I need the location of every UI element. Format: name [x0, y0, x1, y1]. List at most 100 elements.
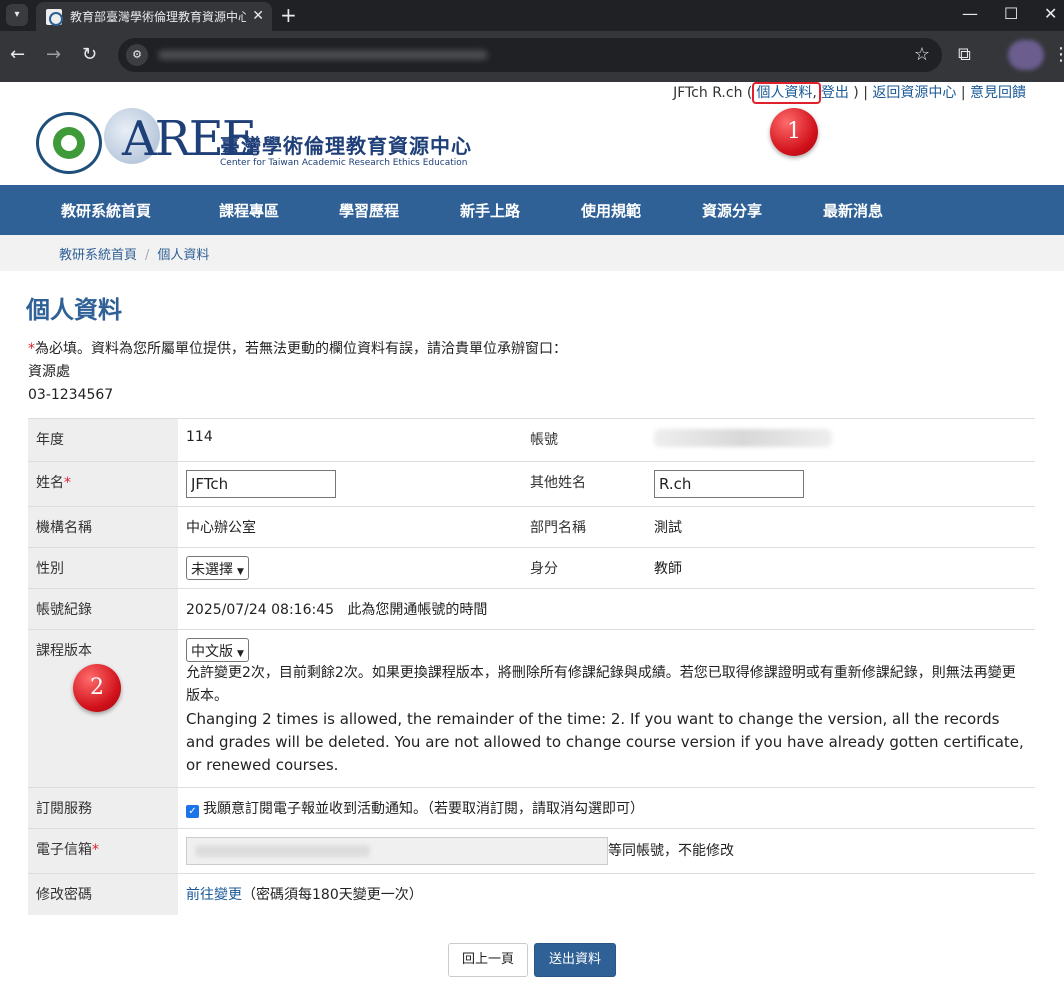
- back-arrow-icon[interactable]: ←: [10, 44, 25, 66]
- new-tab-button[interactable]: +: [280, 3, 297, 27]
- tab-title: 教育部臺灣學術倫理教育資源中心: [70, 10, 246, 24]
- logout-link[interactable]: 登出: [821, 85, 849, 101]
- feedback-link[interactable]: 意見回饋: [970, 85, 1026, 101]
- nav-item-home[interactable]: 教研系統首頁: [61, 200, 151, 221]
- breadcrumb-home[interactable]: 教研系統首頁: [59, 248, 137, 263]
- userbar-sep-2: |: [956, 85, 970, 101]
- subscribe-label: 訂閱服務: [28, 787, 178, 829]
- bookmark-star-icon[interactable]: ☆: [914, 44, 930, 66]
- account-log-note: 此為您開通帳號的時間: [347, 602, 488, 618]
- version-note-cn: 允許變更2次，目前剩餘2次。如果更換課程版本，將刪除所有修課紀錄與成績。若您已取…: [186, 665, 1016, 704]
- gender-select[interactable]: 未選擇 ▼: [186, 556, 249, 580]
- account-redacted: [654, 429, 832, 447]
- nav-item-rules[interactable]: 使用規範: [581, 200, 641, 221]
- email-label: 電子信箱: [36, 842, 92, 858]
- table-row: 機構名稱 中心辦公室 部門名稱 測試: [28, 506, 1035, 548]
- nav-item-news[interactable]: 最新消息: [823, 200, 883, 221]
- password-cell: 前往變更（密碼須每180天變更一次）: [178, 873, 1035, 915]
- reload-icon[interactable]: ↻: [82, 44, 97, 66]
- subscribe-cell: ✓ 我願意訂閱電子報並收到活動通知。（若要取消訂閱，請取消勾選即可）: [178, 787, 1035, 829]
- breadcrumb: 教研系統首頁 / 個人資料: [59, 244, 209, 263]
- other-name-input[interactable]: [654, 470, 804, 498]
- browser-tabstrip: ▾ 教育部臺灣學術倫理教育資源中心 ✕ + — ☐ ✕: [0, 0, 1064, 31]
- change-password-link[interactable]: 前往變更: [186, 887, 242, 903]
- site-favicon-icon: [46, 9, 63, 26]
- password-label: 修改密碼: [28, 873, 178, 915]
- nav-item-learning-history[interactable]: 學習歷程: [339, 200, 399, 221]
- subscribe-checkbox[interactable]: ✓: [186, 805, 199, 818]
- chevron-down-icon: ▼: [237, 649, 244, 659]
- contact-phone: 03-1234567: [28, 387, 114, 403]
- nav-item-getting-started[interactable]: 新手上路: [460, 200, 520, 221]
- breadcrumb-bar: 教研系統首頁 / 個人資料: [0, 235, 1064, 271]
- main-navigation: 教研系統首頁 課程專區 學習歷程 新手上路 使用規範 資源分享 最新消息: [0, 185, 1064, 235]
- table-row: 課程版本 中文版 ▼ 允許變更2次，目前剩餘2次。如果更換課程版本，將刪除所有修課…: [28, 629, 1035, 788]
- name-value-cell: [178, 461, 522, 507]
- org-value: 中心辦公室: [178, 506, 522, 548]
- tab-search-button[interactable]: ▾: [6, 4, 28, 26]
- extensions-icon[interactable]: ⧉: [958, 44, 971, 66]
- browser-tab[interactable]: 教育部臺灣學術倫理教育資源中心 ✕: [36, 2, 272, 31]
- password-note: （密碼須每180天變更一次）: [242, 887, 423, 903]
- table-row: 年度 114 帳號: [28, 418, 1035, 462]
- ministry-of-education-seal-icon: [36, 112, 102, 174]
- submit-button[interactable]: 送出資料: [534, 943, 616, 977]
- account-log-cell: 2025/07/24 08:16:45 此為您開通帳號的時間: [178, 588, 1035, 630]
- profile-link[interactable]: 個人資料: [756, 85, 812, 101]
- table-row: 修改密碼 前往變更（密碼須每180天變更一次）: [28, 873, 1035, 915]
- user-bar: JFTch R.ch (個人資料, 登出 ) | 返回資源中心 | 意見回饋: [673, 82, 1026, 104]
- account-log-time: 2025/07/24 08:16:45: [186, 602, 335, 618]
- user-name: JFTch R.ch: [673, 85, 743, 101]
- year-label: 年度: [28, 418, 178, 462]
- logo-name-cn: 臺灣學術倫理教育資源中心: [220, 134, 472, 158]
- account-value: [646, 418, 1035, 462]
- annotation-marker-1: 1: [770, 108, 818, 156]
- table-row: 姓名* 其他姓名: [28, 461, 1035, 507]
- profile-link-highlight: 個人資料,: [752, 82, 821, 104]
- site-logo[interactable]: AREE 臺灣學術倫理教育資源中心 Center for Taiwan Acad…: [36, 108, 471, 178]
- email-note: 等同帳號，不能修改: [608, 843, 734, 859]
- userbar-paren: (: [742, 85, 753, 101]
- table-row: 訂閱服務 ✓ 我願意訂閱電子報並收到活動通知。（若要取消訂閱，請取消勾選即可）: [28, 787, 1035, 829]
- nav-item-courses[interactable]: 課程專區: [219, 200, 279, 221]
- gender-selected: 未選擇: [191, 562, 233, 578]
- gender-cell: 未選擇 ▼: [178, 547, 522, 589]
- other-name-label: 其他姓名: [522, 461, 646, 507]
- back-button[interactable]: 回上一頁: [448, 943, 528, 977]
- breadcrumb-current: 個人資料: [157, 248, 210, 263]
- version-label: 課程版本: [36, 643, 92, 659]
- window-close-button[interactable]: ✕: [1044, 5, 1057, 23]
- tab-close-icon[interactable]: ✕: [252, 7, 264, 25]
- identity-label: 身分: [522, 547, 646, 589]
- annotation-marker-2: 2: [73, 664, 121, 712]
- userbar-sep: ) |: [848, 85, 873, 101]
- back-to-resource-center-link[interactable]: 返回資源中心: [872, 85, 956, 101]
- profile-form: 年度 114 帳號 姓名* 其他姓名 機構名稱 中心辦公室 部門名稱 測試 性別…: [28, 418, 1035, 915]
- name-required-star: *: [64, 475, 71, 491]
- name-input[interactable]: [186, 470, 336, 498]
- forward-arrow-icon[interactable]: →: [46, 44, 61, 66]
- browser-menu-icon[interactable]: ⋮: [1052, 44, 1064, 66]
- address-bar[interactable]: ⚙ ☆: [118, 38, 942, 72]
- email-cell: 等同帳號，不能修改: [178, 828, 1035, 874]
- site-info-icon[interactable]: ⚙: [126, 44, 148, 66]
- url-redacted: [158, 50, 488, 60]
- minimize-button[interactable]: —: [962, 5, 978, 23]
- other-name-cell: [646, 461, 1035, 507]
- userbar-comma: ,: [812, 85, 817, 101]
- account-label: 帳號: [522, 418, 646, 462]
- email-label-cell: 電子信箱*: [28, 828, 178, 874]
- email-required-star: *: [92, 842, 99, 858]
- maximize-button[interactable]: ☐: [1004, 5, 1018, 23]
- dept-value: 測試: [646, 506, 1035, 548]
- version-note-en: Changing 2 times is allowed, the remaind…: [186, 710, 1024, 774]
- version-cell: 中文版 ▼ 允許變更2次，目前剩餘2次。如果更換課程版本，將刪除所有修課紀錄與成績…: [178, 629, 1035, 788]
- profile-avatar[interactable]: [1008, 40, 1044, 70]
- account-log-label: 帳號紀錄: [28, 588, 178, 630]
- web-page: JFTch R.ch (個人資料, 登出 ) | 返回資源中心 | 意見回饋 1 …: [0, 82, 1064, 991]
- version-select[interactable]: 中文版 ▼: [186, 638, 249, 662]
- subscribe-text: 我願意訂閱電子報並收到活動通知。（若要取消訂閱，請取消勾選即可）: [203, 801, 644, 817]
- nav-item-resources[interactable]: 資源分享: [702, 200, 762, 221]
- table-row: 帳號紀錄 2025/07/24 08:16:45 此為您開通帳號的時間: [28, 588, 1035, 630]
- name-label-cell: 姓名*: [28, 461, 178, 507]
